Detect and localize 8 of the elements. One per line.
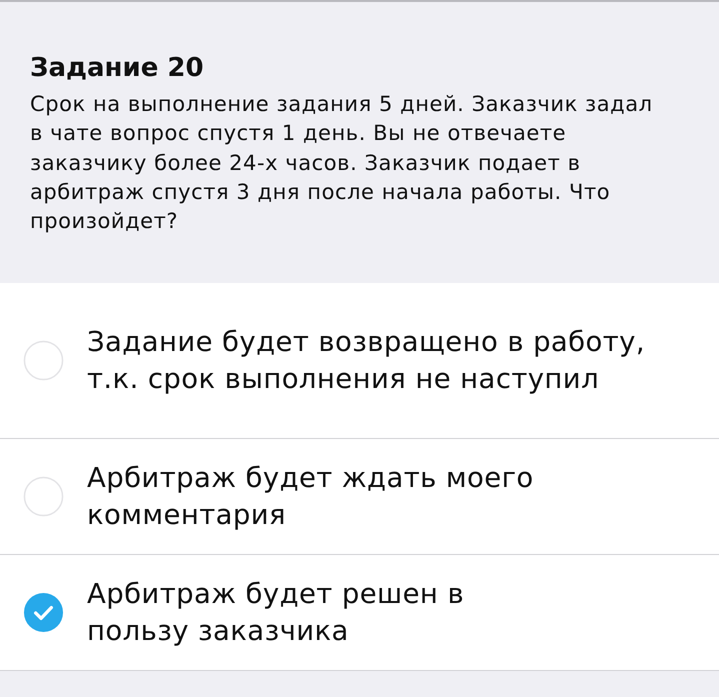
option-label: Арбитраж будет решен в пользу заказчика	[87, 577, 464, 648]
option-label: Задание будет возвращено в работу, т.к. срок выполнения не наступил	[87, 325, 646, 396]
question-text: Срок на выполнение задания 5 дней. Заказчик задал в чате вопрос спустя 1 день. Вы не отвечаете заказчику более 24-х часов. Заказчик подает в арбитраж спустя 3 дня после начала работы. Что произойдет?	[30, 91, 654, 236]
option-label: Арбитраж будет ждать моего комментария	[87, 461, 534, 532]
radio-button[interactable]	[23, 476, 64, 517]
radio-button[interactable]	[23, 340, 64, 381]
task-title: Задание 20	[30, 52, 205, 85]
radio-button[interactable]	[23, 592, 64, 633]
